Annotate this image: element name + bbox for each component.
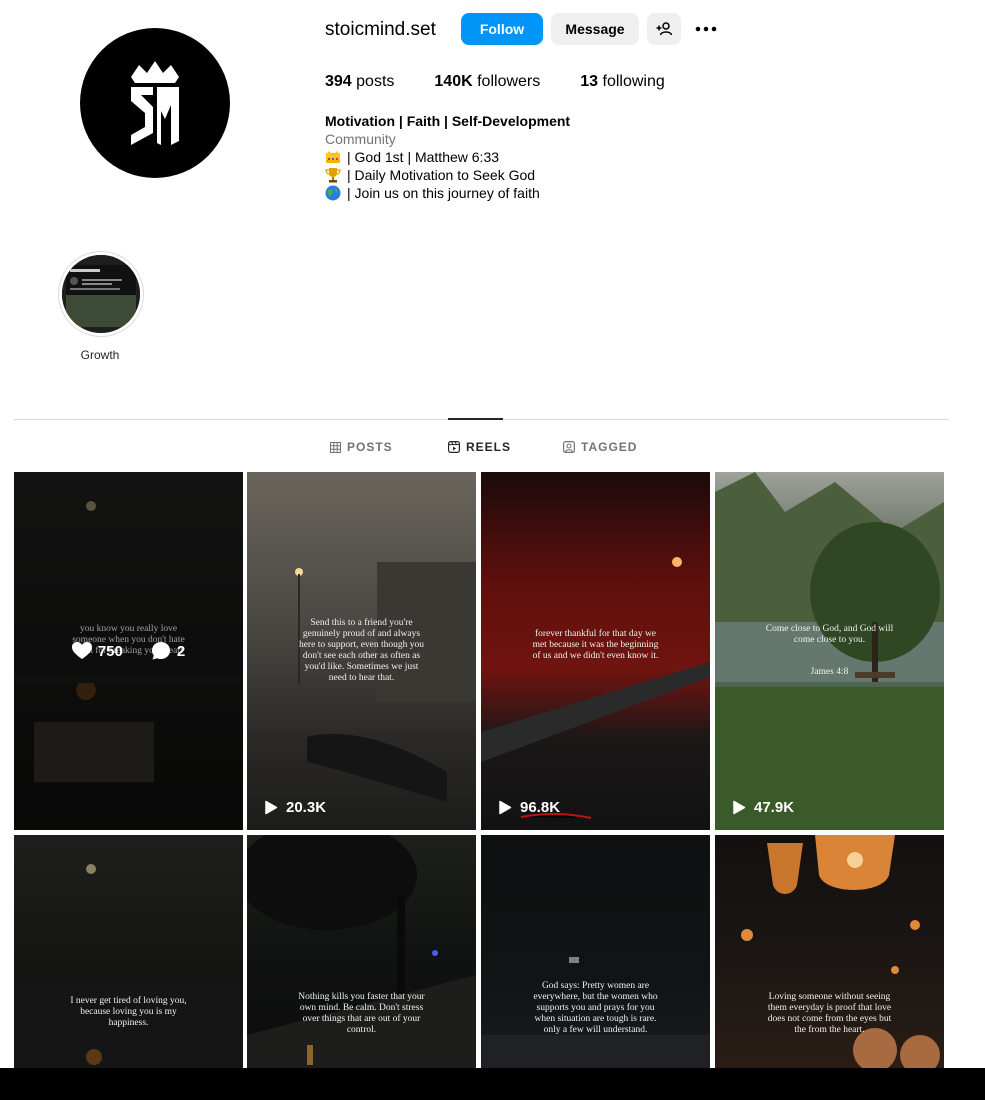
reel-views: 47.9K	[732, 799, 794, 816]
play-icon	[265, 800, 278, 815]
suggest-user-button[interactable]	[647, 13, 681, 45]
reel-caption: forever thankful for that day we met bec…	[532, 629, 659, 661]
bio-line: | God 1st | Matthew 6:33	[325, 148, 570, 166]
reel-tile[interactable]: God says: Pretty women are everywhere, b…	[481, 835, 710, 1068]
profile-page: stoicmind.set Follow Message 394 posts 1…	[0, 0, 985, 1100]
bio-name: Motivation | Faith | Self-Development	[325, 113, 571, 129]
posts-stat: 394 posts	[325, 73, 395, 90]
reel-tile[interactable]: Loving someone without seeing them every…	[715, 835, 944, 1068]
profile-stats: 394 posts 140K followers 13 following	[325, 73, 705, 91]
highlight-image	[62, 255, 140, 333]
reel-tile[interactable]: Nothing kills you faster that your own m…	[247, 835, 476, 1068]
comment-icon	[151, 642, 170, 660]
bio-line: | Daily Motivation to Seek God	[325, 166, 570, 184]
play-icon	[499, 800, 512, 815]
reel-caption: Nothing kills you faster that your own m…	[298, 992, 425, 1035]
globe-emoji-icon	[325, 185, 341, 201]
bio-category: Community	[325, 131, 396, 147]
add-user-icon	[656, 22, 672, 36]
tab-tagged[interactable]: TAGGED	[563, 440, 637, 454]
reel-tile[interactable]: I never get tired of loving you, because…	[14, 835, 243, 1068]
more-options-button[interactable]	[691, 13, 721, 45]
reel-thumbnail	[715, 472, 944, 830]
trophy-emoji-icon	[325, 168, 341, 183]
followers-stat[interactable]: 140K followers	[434, 73, 540, 91]
likes-count: 750	[71, 642, 123, 660]
message-button[interactable]: Message	[551, 13, 639, 45]
more-dots-icon	[695, 26, 717, 32]
profile-username: stoicmind.set	[325, 19, 436, 40]
reel-caption: Send this to a friend you're genuinely p…	[298, 618, 425, 683]
heart-icon	[71, 642, 92, 659]
reel-caption: God says: Pretty women are everywhere, b…	[533, 981, 658, 1035]
reel-tile[interactable]: Send this to a friend you're genuinely p…	[247, 472, 476, 830]
reel-thumbnail	[14, 864, 243, 1068]
reel-caption-reference: James 4:8	[810, 667, 849, 677]
reel-caption: Loving someone without seeing them every…	[767, 992, 892, 1035]
comments-count: 2	[151, 641, 185, 661]
reel-views: 20.3K	[264, 799, 326, 816]
crown-emoji-icon	[326, 151, 340, 163]
grid-icon	[330, 441, 341, 453]
reel-caption: Come close to God, and God will come clo…	[765, 624, 894, 645]
active-tab-indicator	[448, 418, 503, 420]
story-highlight[interactable]	[58, 251, 144, 337]
following-stat[interactable]: 13 following	[580, 73, 665, 91]
tagged-icon	[563, 441, 575, 453]
reel-caption: I never get tired of loving you, because…	[70, 996, 187, 1028]
bio-line: | Join us on this journey of faith	[325, 184, 570, 202]
screen-bottom-bar	[0, 1068, 985, 1100]
profile-bio: Motivation | Faith | Self-Development Co…	[325, 112, 570, 202]
profile-tabs: POSTS REELS TAGGED	[0, 438, 985, 456]
profile-avatar[interactable]	[80, 28, 230, 178]
reel-tile[interactable]: forever thankful for that day we met bec…	[481, 472, 710, 830]
tab-reels[interactable]: REELS	[448, 440, 511, 454]
play-icon	[733, 800, 746, 815]
reel-views: 96.8K	[498, 799, 560, 816]
follow-button[interactable]: Follow	[461, 13, 543, 45]
highlight-thumbnail	[62, 255, 140, 333]
reel-tile[interactable]: you know you really love someone when yo…	[14, 472, 243, 830]
reel-hover-overlay: 750 2	[14, 472, 243, 830]
tab-posts[interactable]: POSTS	[330, 440, 393, 454]
highlight-label: Growth	[80, 348, 120, 362]
sm-logo	[131, 61, 179, 145]
reels-icon	[448, 441, 460, 453]
reel-tile[interactable]: Come close to God, and God will come clo…	[715, 472, 944, 830]
